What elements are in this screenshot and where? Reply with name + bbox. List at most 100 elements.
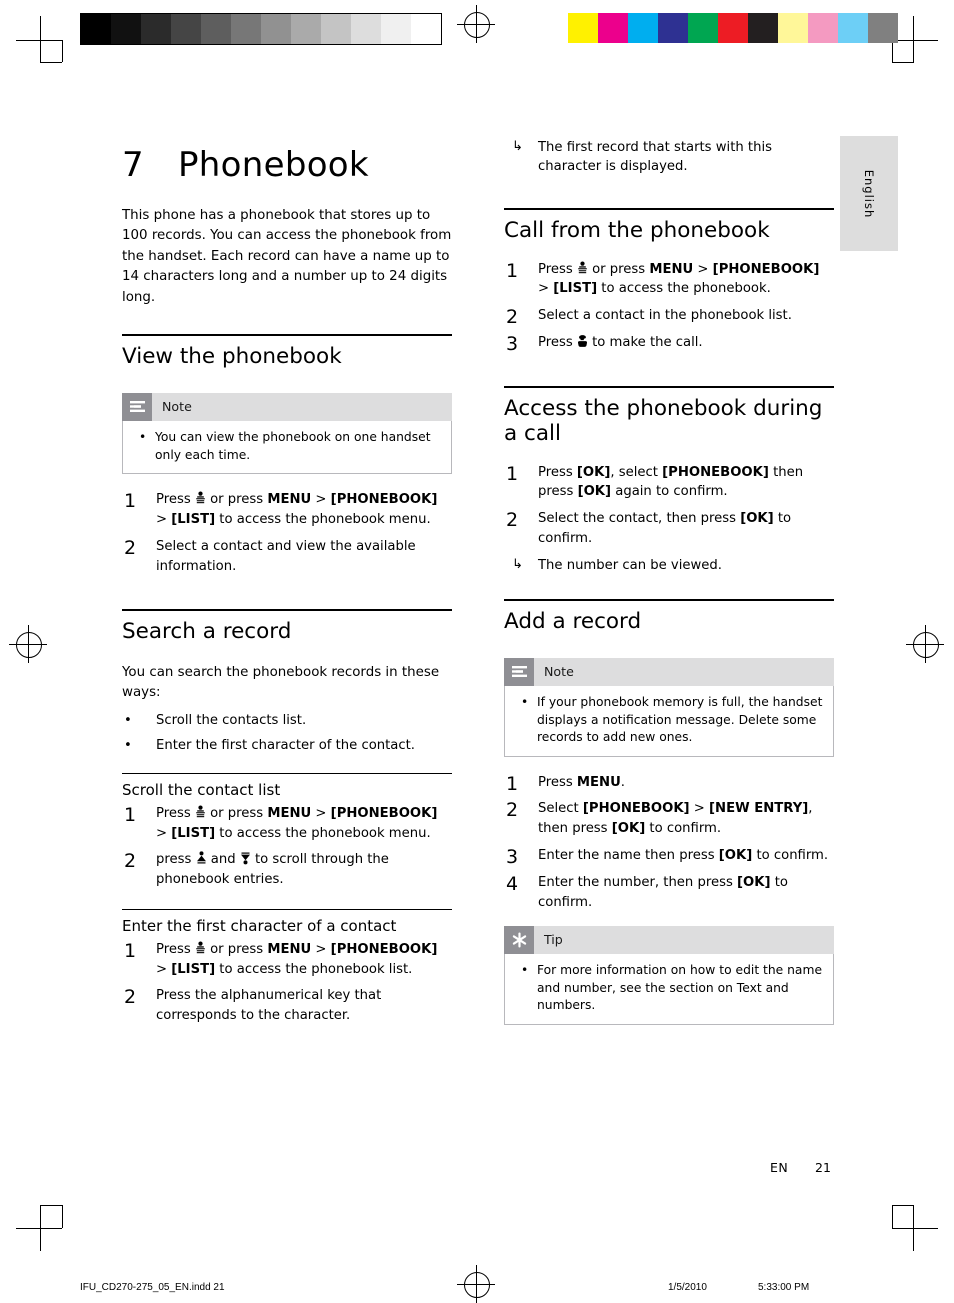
subsection-heading-scroll-contact-list: Scroll the contact list	[122, 773, 452, 804]
tip-header: Tip	[504, 926, 834, 955]
steps-enter-first-character: 1 Press or press MENU > [PHONEBOOK] > [LI…	[122, 940, 452, 1026]
step-number: 2	[506, 799, 519, 822]
note-item: You can view the phonebook on one handse…	[133, 429, 441, 464]
footer-page-number: 21	[815, 1160, 831, 1175]
step-item: 3 Press to make the call.	[504, 333, 834, 355]
step-text: Press or press MENU > [PHONEBOOK] > [LIS…	[538, 261, 820, 297]
step-item: 1 Press or press MENU > [PHONEBOOK] > [LI…	[504, 260, 834, 300]
step-text: press and to scroll through the phoneboo…	[156, 851, 389, 888]
steps-call-from-phonebook: 1 Press or press MENU > [PHONEBOOK] > [LI…	[504, 260, 834, 355]
footer-language-code: EN	[770, 1160, 789, 1175]
step-item: 2 Press the alphanumerical key that corre…	[122, 986, 452, 1026]
emphasis-text: [OK]	[740, 511, 774, 527]
phonebook-glyph-icon	[196, 941, 205, 953]
search-method-list: Scroll the contacts list. Enter the firs…	[122, 711, 452, 756]
step-number: 2	[506, 509, 519, 532]
step-number: 1	[124, 803, 137, 826]
up-glyph-icon	[196, 851, 206, 864]
step-text: Select the contact, then press [OK] to c…	[538, 511, 792, 546]
emphasis-text: [PHONEBOOK]	[712, 261, 820, 277]
step-text: Select a contact and view the available …	[156, 538, 416, 574]
emphasis-text: [NEW ENTRY]	[709, 801, 809, 817]
phonebook-glyph-icon	[196, 491, 205, 504]
call-glyph-icon	[577, 335, 587, 347]
step-text: Enter the number, then press [OK] to con…	[538, 874, 788, 910]
step-text: Press or press MENU > [PHONEBOOK] > [LIS…	[156, 941, 438, 977]
note-icon	[504, 658, 534, 687]
section-heading-access-during-call: Access the phonebook during a call	[504, 385, 834, 457]
step-number: 3	[506, 845, 519, 868]
down-glyph-icon	[240, 852, 250, 865]
step-item: 1 Press or press MENU > [PHONEBOOK] > [LI…	[122, 940, 452, 980]
section-heading-add-record: Add a record	[504, 598, 834, 644]
list-item: Enter the first character of the contact…	[122, 736, 452, 756]
result-arrow-icon: ↳	[512, 139, 523, 154]
emphasis-text: [PHONEBOOK]	[582, 801, 690, 817]
section-heading-view-phonebook: View the phonebook	[122, 333, 452, 379]
emphasis-text: [OK]	[576, 464, 611, 480]
footer-date: 1/5/2010	[668, 1282, 707, 1293]
step-text: Press MENU.	[538, 774, 625, 790]
note-title: Note	[162, 399, 192, 415]
tip-icon	[504, 926, 534, 955]
right-column: ↳ The first record that starts with this…	[504, 136, 834, 1041]
emphasis-text: [LIST]	[171, 511, 216, 527]
emphasis-text: [PHONEBOOK]	[330, 492, 438, 508]
step-item: 1 Press MENU.	[504, 773, 834, 795]
footer-time: 5:33:00 PM	[758, 1282, 810, 1293]
step-number: 2	[506, 306, 519, 329]
note-title: Note	[544, 664, 574, 680]
step-text: Press the alphanumerical key that corres…	[156, 988, 382, 1024]
step-item: 3 Enter the name then press [OK] to confi…	[504, 846, 834, 868]
search-intro: You can search the phonebook records in …	[122, 664, 440, 701]
step-number: 2	[124, 986, 137, 1009]
phonebook-glyph-icon	[196, 805, 205, 817]
step-item: 2 Select a contact in the phonebook list.	[504, 306, 834, 328]
emphasis-text: MENU	[576, 774, 621, 790]
step-number: 1	[506, 259, 519, 282]
intro-paragraph: This phone has a phonebook that stores u…	[122, 208, 452, 305]
step-text: Enter the name then press [OK] to confir…	[538, 847, 829, 863]
step-item: 2 Select a contact and view the available…	[122, 537, 452, 577]
tip-box-add-record: Tip For more information on how to edit …	[504, 926, 834, 1025]
emphasis-text: [LIST]	[171, 961, 216, 977]
note-box-add-record: Note If your phonebook memory is full, t…	[504, 658, 834, 757]
emphasis-text: MENU	[649, 261, 694, 277]
note-item: If your phonebook memory is full, the ha…	[515, 694, 823, 746]
language-tab-label: English	[862, 169, 876, 218]
step-text: Select [PHONEBOOK] > [NEW ENTRY], then p…	[538, 801, 813, 837]
step-item: 1 Press or press MENU > [PHONEBOOK] > [LI…	[122, 490, 452, 530]
note-header: Note	[122, 393, 452, 422]
steps-scroll-contact-list: 1 Press or press MENU > [PHONEBOOK] > [LI…	[122, 804, 452, 890]
step-number: 3	[506, 333, 519, 356]
emphasis-text: [OK]	[718, 847, 753, 863]
step-number: 1	[506, 772, 519, 795]
step-text: Press [OK], select [PHONEBOOK] then pres…	[538, 464, 804, 500]
list-item: Scroll the contacts list.	[122, 711, 452, 731]
step-item: 2 Select [PHONEBOOK] > [NEW ENTRY], then …	[504, 799, 834, 839]
section-heading-search-record: Search a record	[122, 609, 452, 654]
step-item: 1 Press [OK], select [PHONEBOOK] then pre…	[504, 463, 834, 503]
step-text: Press or press MENU > [PHONEBOOK] > [LIS…	[156, 805, 438, 841]
page-title: 7 Phonebook	[122, 145, 369, 185]
tip-title: Tip	[544, 932, 563, 948]
step-number: 1	[124, 939, 137, 962]
step-text: Select a contact in the phonebook list.	[538, 308, 792, 324]
chapter-number: 7	[122, 144, 144, 185]
note-box-view-phonebook: Note You can view the phonebook on one h…	[122, 393, 452, 475]
subsection-heading-enter-first-character: Enter the first character of a contact	[122, 908, 452, 940]
step-item: 2 Select the contact, then press [OK] to …	[504, 509, 834, 549]
chapter-title-text: Phonebook	[178, 144, 369, 185]
emphasis-text: [OK]	[577, 484, 612, 500]
step-number: 2	[124, 536, 137, 559]
tip-body: For more information on how to edit the …	[504, 954, 834, 1025]
steps-view-phonebook: 1 Press or press MENU > [PHONEBOOK] > [LI…	[122, 490, 452, 576]
emphasis-text: [LIST]	[553, 281, 598, 297]
note-body: You can view the phonebook on one handse…	[122, 421, 452, 475]
result-line: ↳ The first record that starts with this…	[504, 138, 834, 176]
left-column: This phone has a phonebook that stores u…	[122, 206, 452, 1033]
emphasis-text: [LIST]	[171, 825, 216, 841]
emphasis-text: [OK]	[737, 874, 771, 890]
steps-access-during-call: 1 Press [OK], select [PHONEBOOK] then pre…	[504, 463, 834, 575]
note-header: Note	[504, 658, 834, 687]
